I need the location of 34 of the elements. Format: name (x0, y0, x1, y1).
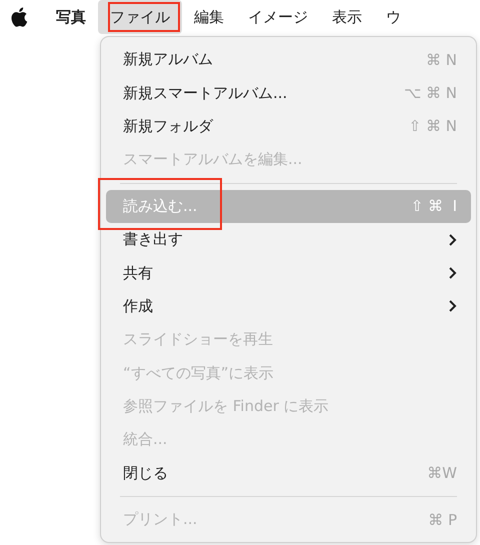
menu-item[interactable]: 新規アルバム ⌘ N (106, 43, 471, 76)
menu-item-label: “すべての写真”に表示 (123, 364, 275, 383)
shortcut-label: ⇧ ⌘ I (410, 197, 457, 216)
menu-bar-item[interactable]: 編集 (182, 0, 236, 34)
menu-item[interactable]: 作成 (106, 290, 471, 324)
menu-bar-item[interactable]: イメージ (236, 0, 320, 34)
menu-item-label: 閉じる (123, 464, 169, 483)
menu-item[interactable]: 書き出す (106, 222, 471, 256)
menu-bar-item[interactable]: 写真 (44, 0, 98, 34)
menu-item[interactable]: 新規スマートアルバム... ⌥ ⌘ N (106, 76, 471, 110)
shortcut-label: ⌥ ⌘ N (404, 84, 457, 102)
menu-bar-item[interactable]: ファイル (98, 0, 182, 34)
apple-logo-icon[interactable] (10, 7, 28, 27)
menu-item-label: プリント... (123, 510, 198, 530)
menu-item-label: 共有 (123, 264, 154, 283)
menu-item-label: 統合... (123, 430, 168, 450)
menu-bar-item[interactable]: 表示 (320, 0, 374, 34)
menu-item-label: 読み込む... (123, 196, 198, 216)
menu-item-label: 参照ファイルを Finder に表示 (123, 397, 330, 416)
menu-item[interactable]: 閉じる ⌘W (106, 456, 471, 490)
shortcut-label: ⌘W (427, 464, 457, 482)
menu-item-label: スマートアルバムを編集... (123, 150, 304, 170)
menu-item-label: 新規スマートアルバム... (123, 84, 288, 103)
shortcut-label: ⌘ P (428, 510, 457, 529)
menu-item[interactable]: 共有 (106, 256, 471, 290)
menu-item[interactable]: 新規フォルダ ⇧ ⌘ N (106, 110, 471, 144)
shortcut-label: ⇧ ⌘ N (408, 117, 457, 136)
shortcut-label: ⌘ N (426, 50, 457, 69)
menu-item-label: 作成 (123, 296, 154, 316)
menu-item-label: 書き出す (123, 230, 184, 250)
menu-item-label: 新規アルバム (123, 50, 214, 70)
menu-item-label: スライドショーを再生 (123, 330, 274, 350)
menu-item-label: 新規フォルダ (123, 116, 214, 136)
menu-bar-item[interactable]: ウ (374, 0, 413, 34)
